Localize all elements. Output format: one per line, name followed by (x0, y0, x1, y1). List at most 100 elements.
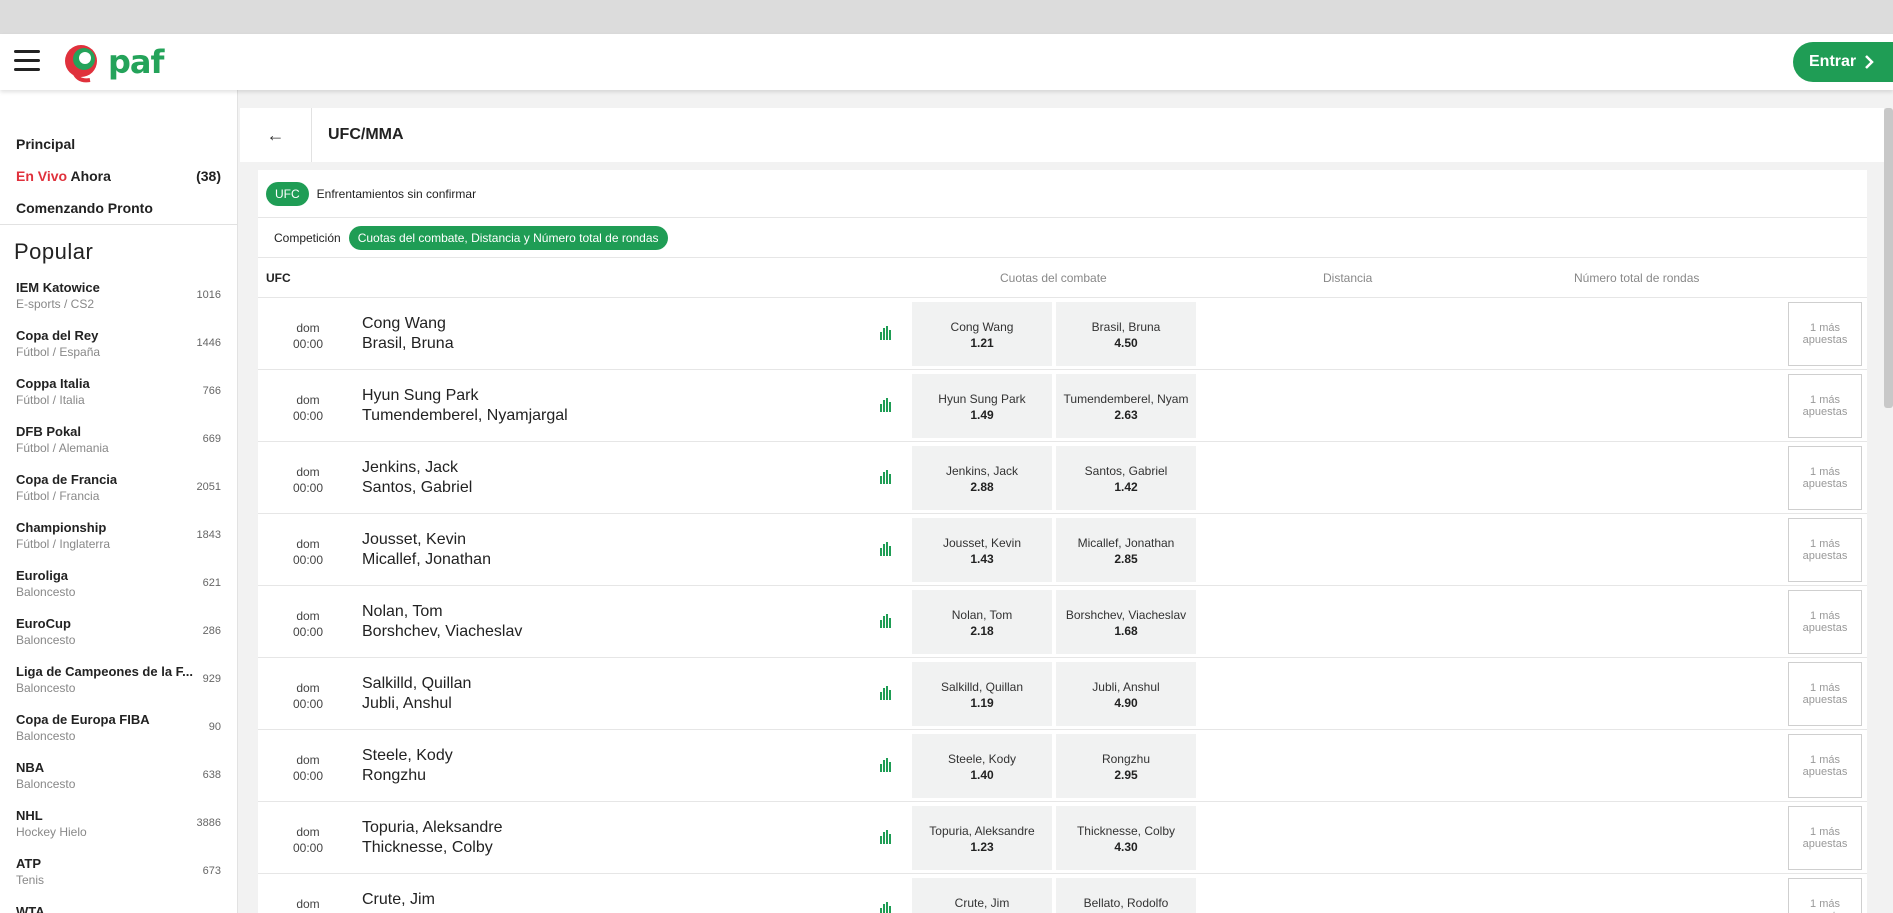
odds-button-a[interactable]: Nolan, Tom 2.18 (912, 590, 1052, 654)
stats-icon[interactable] (880, 542, 894, 556)
sidebar-popular-item[interactable]: NHL Hockey Hielo 3886 (0, 799, 237, 847)
more-bets-button[interactable]: 1 másapuestas (1788, 302, 1862, 366)
odds-button-b[interactable]: Thicknesse, Colby 4.30 (1056, 806, 1196, 870)
page-title: UFC/MMA (328, 126, 404, 143)
scrollbar[interactable] (1884, 108, 1893, 408)
sidebar-item-comenzando-pronto[interactable]: Comenzando Pronto (0, 192, 237, 224)
more-bets-button[interactable]: 1 másapuestas (1788, 662, 1862, 726)
event-participants[interactable]: Crute, Jim (362, 890, 435, 910)
filter-unconfirmed[interactable]: Enfrentamientos sin confirmar (317, 187, 476, 201)
popular-item-sport: Baloncesto (16, 776, 76, 791)
sidebar-popular-item[interactable]: NBA Baloncesto 638 (0, 751, 237, 799)
sidebar-item-en-vivo[interactable]: En Vivo Ahora (38) (0, 160, 237, 192)
filter-pill-markets[interactable]: Cuotas del combate, Distancia y Número t… (348, 225, 668, 250)
paf-logo[interactable]: paf (60, 42, 170, 84)
more-bets-button[interactable]: 1 másapuestas (1788, 734, 1862, 798)
odds-button-a[interactable]: Steele, Kody 1.40 (912, 734, 1052, 798)
sidebar-popular-item[interactable]: DFB Pokal Fútbol / Alemania 669 (0, 415, 237, 463)
odds-button-b[interactable]: Jubli, Anshul 4.90 (1056, 662, 1196, 726)
event-participants[interactable]: Salkilld, Quillan Jubli, Anshul (362, 674, 471, 714)
odds-outcome-name: Salkilld, Quillan (940, 680, 1024, 694)
login-label: Entrar (1809, 53, 1857, 70)
event-participants[interactable]: Cong Wang Brasil, Bruna (362, 314, 454, 354)
stats-icon[interactable] (880, 830, 894, 844)
odds-button-b[interactable]: Micallef, Jonathan 2.85 (1056, 518, 1196, 582)
popular-item-text: NHL Hockey Hielo (16, 808, 87, 839)
odds-button-a[interactable]: Cong Wang 1.21 (912, 302, 1052, 366)
odds-button-b[interactable]: Rongzhu 2.95 (1056, 734, 1196, 798)
filter-competicion[interactable]: Competición (274, 231, 341, 245)
more-bets-button[interactable]: 1 másapuestas (1788, 878, 1862, 913)
sidebar-popular-item[interactable]: Euroliga Baloncesto 621 (0, 559, 237, 607)
event-participants[interactable]: Jenkins, Jack Santos, Gabriel (362, 458, 472, 498)
event-row: dom Crute, Jim Crute, Jim Bellato, Rodolfo 1… (258, 874, 1867, 913)
login-button[interactable]: Entrar (1793, 42, 1893, 82)
stats-icon[interactable] (880, 686, 894, 700)
back-arrow-icon[interactable]: ← (240, 108, 312, 162)
stats-icon[interactable] (880, 326, 894, 340)
odds-button-b[interactable]: Borshchev, Viacheslav 1.68 (1056, 590, 1196, 654)
stats-icon[interactable] (880, 902, 894, 913)
odds-outcome-name: Jubli, Anshul (1092, 680, 1160, 694)
stats-icon[interactable] (880, 470, 894, 484)
odds-value: 4.90 (1114, 696, 1138, 710)
event-day: dom (296, 609, 320, 623)
participant-b: Borshchev, Viacheslav (362, 623, 523, 640)
event-participants[interactable]: Steele, Kody Rongzhu (362, 746, 453, 786)
stats-icon[interactable] (880, 614, 894, 628)
odds-button-a[interactable]: Jousset, Kevin 1.43 (912, 518, 1052, 582)
sidebar-popular-item[interactable]: ATP Tenis 673 (0, 847, 237, 895)
participant-b: Thicknesse, Colby (362, 839, 493, 856)
paf-logo-icon (65, 45, 97, 83)
stats-icon[interactable] (880, 398, 894, 412)
menu-icon[interactable] (14, 50, 40, 72)
more-bets-count: 1 más (1810, 394, 1840, 406)
odds-button-a[interactable]: Crute, Jim (912, 878, 1052, 913)
more-bets-button[interactable]: 1 másapuestas (1788, 590, 1862, 654)
odds-button-a[interactable]: Topuria, Aleksandre 1.23 (912, 806, 1052, 870)
sidebar-popular-item[interactable]: EuroCup Baloncesto 286 (0, 607, 237, 655)
odds-button-a[interactable]: Salkilld, Quillan 1.19 (912, 662, 1052, 726)
odds-button-b[interactable]: Bellato, Rodolfo (1056, 878, 1196, 913)
sidebar-popular-item[interactable]: Liga de Campeones de la F... Baloncesto 92… (0, 655, 237, 703)
more-bets-text: apuestas (1802, 406, 1848, 418)
sidebar-popular-item[interactable]: Copa del Rey Fútbol / España 1446 (0, 319, 237, 367)
odds-outcome-name: Borshchev, Viacheslav (1065, 608, 1187, 622)
sidebar-popular-item[interactable]: Copa de Europa FIBA Baloncesto 90 (0, 703, 237, 751)
participant-a: Hyun Sung Park (362, 387, 479, 404)
event-datetime: dom 00:00 (258, 536, 358, 568)
sidebar-popular-item[interactable]: WTATenis640 (0, 895, 237, 913)
more-bets-button[interactable]: 1 másapuestas (1788, 446, 1862, 510)
odds-button-a[interactable]: Jenkins, Jack 2.88 (912, 446, 1052, 510)
event-participants[interactable]: Topuria, Aleksandre Thicknesse, Colby (362, 818, 503, 858)
event-time: 00:00 (292, 337, 324, 351)
stats-icon[interactable] (880, 758, 894, 772)
odds-value: 1.49 (970, 408, 994, 422)
participant-a: Cong Wang (362, 315, 446, 332)
sidebar-popular-item[interactable]: IEM Katowice E-sports / CS2 1016 (0, 271, 237, 319)
sidebar-popular-item[interactable]: Coppa Italia Fútbol / Italia 766 (0, 367, 237, 415)
more-bets-button[interactable]: 1 másapuestas (1788, 374, 1862, 438)
sidebar-item-label: Comenzando Pronto (16, 200, 153, 216)
odds-button-b[interactable]: Santos, Gabriel 1.42 (1056, 446, 1196, 510)
popular-item-count: 638 (202, 769, 221, 781)
market-filter-row: Competición Cuotas del combate, Distanci… (258, 218, 1867, 258)
event-participants[interactable]: Nolan, Tom Borshchev, Viacheslav (362, 602, 522, 642)
odds-button-b[interactable]: Tumendemberel, Nyam 2.63 (1056, 374, 1196, 438)
odds-outcome-name: Santos, Gabriel (1084, 464, 1168, 478)
filter-pill-ufc[interactable]: UFC (266, 181, 309, 206)
popular-item-name: NHL (16, 807, 43, 823)
sidebar-popular-item[interactable]: Championship Fútbol / Inglaterra 1843 (0, 511, 237, 559)
event-participants[interactable]: Hyun Sung Park Tumendemberel, Nyamjargal (362, 386, 568, 426)
popular-item-sport: Baloncesto (16, 680, 76, 695)
popular-item-sport: Fútbol / Alemania (16, 440, 109, 455)
event-participants[interactable]: Jousset, Kevin Micallef, Jonathan (362, 530, 491, 570)
more-bets-button[interactable]: 1 másapuestas (1788, 518, 1862, 582)
more-bets-button[interactable]: 1 másapuestas (1788, 806, 1862, 870)
popular-item-sport: Fútbol / España (16, 344, 101, 359)
odds-button-b[interactable]: Brasil, Bruna 4.50 (1056, 302, 1196, 366)
sidebar-popular-item[interactable]: Copa de Francia Fútbol / Francia 2051 (0, 463, 237, 511)
odds-button-a[interactable]: Hyun Sung Park 1.49 (912, 374, 1052, 438)
sidebar-item-principal[interactable]: Principal (0, 128, 237, 160)
event-day: dom (296, 321, 320, 335)
